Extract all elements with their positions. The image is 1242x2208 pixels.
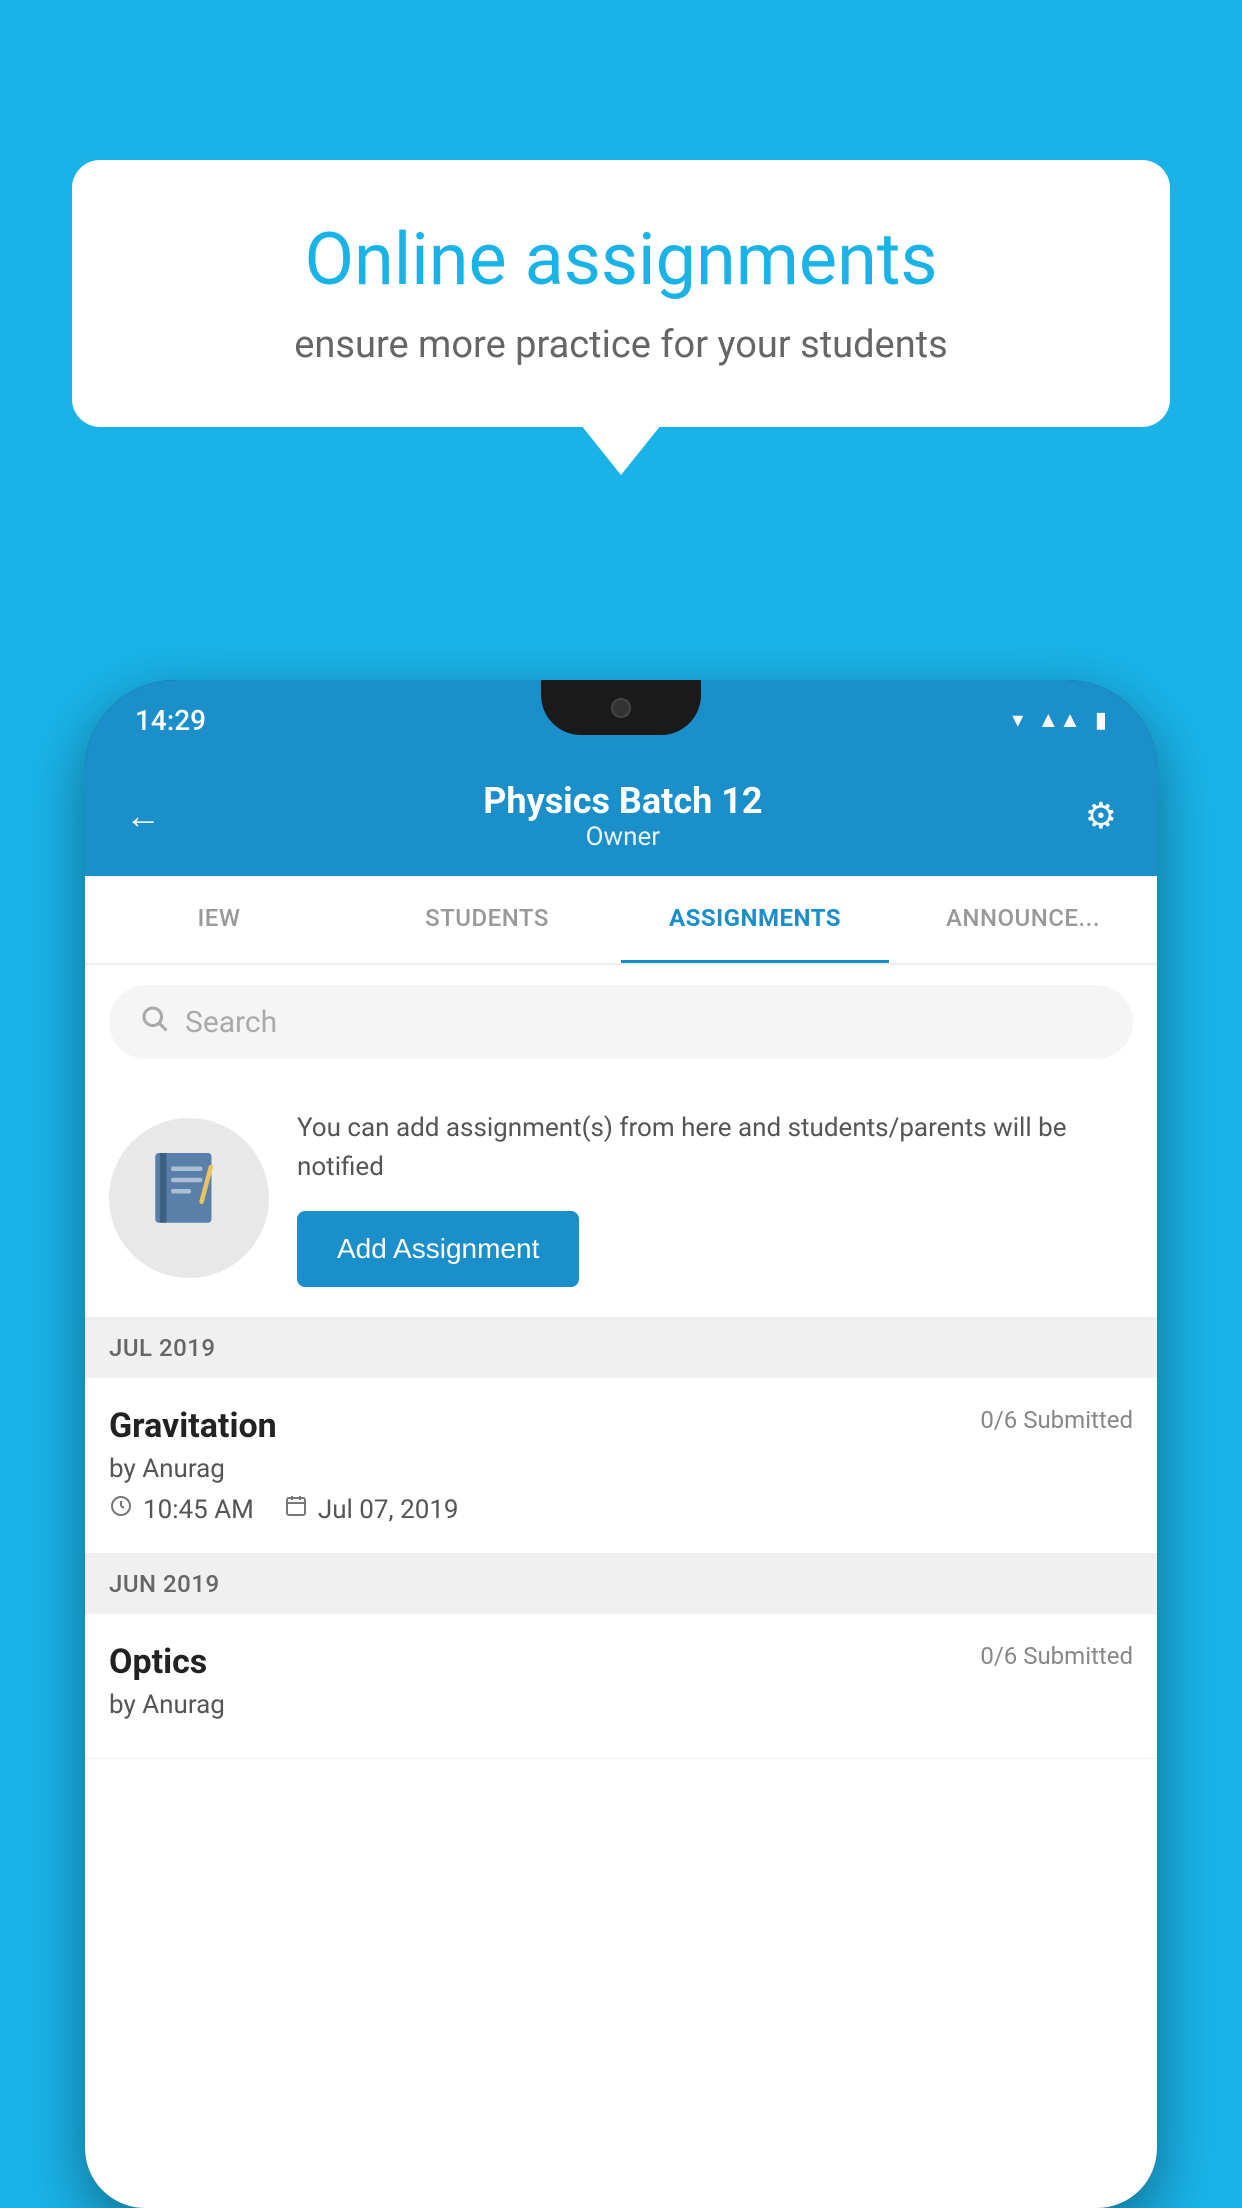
search-icon xyxy=(139,1003,169,1041)
status-bar: 14:29 ▾ ▲▲ ▮ xyxy=(85,680,1157,760)
phone-frame: 14:29 ▾ ▲▲ ▮ ← Physics Batch 12 Owner ⚙ … xyxy=(85,680,1157,2208)
meta-time: 10:45 AM xyxy=(109,1494,254,1525)
assignment-submitted-gravitation: 0/6 Submitted xyxy=(980,1406,1133,1434)
batch-title: Physics Batch 12 xyxy=(483,780,762,822)
assignment-item-optics[interactable]: Optics 0/6 Submitted by Anurag xyxy=(85,1614,1157,1759)
promo-icon-circle xyxy=(109,1118,269,1278)
wifi-icon: ▾ xyxy=(1012,708,1023,733)
meta-date: Jul 07, 2019 xyxy=(284,1494,459,1525)
speech-bubble: Online assignments ensure more practice … xyxy=(72,160,1170,427)
assignment-by-gravitation: by Anurag xyxy=(109,1454,1133,1484)
batch-subtitle: Owner xyxy=(483,822,762,852)
assignment-submitted-optics: 0/6 Submitted xyxy=(980,1642,1133,1670)
section-header-jul: JUL 2019 xyxy=(85,1318,1157,1378)
assignment-row-top: Gravitation 0/6 Submitted xyxy=(109,1406,1133,1446)
assignment-date-gravitation: Jul 07, 2019 xyxy=(318,1495,459,1525)
promo-description: You can add assignment(s) from here and … xyxy=(297,1109,1133,1187)
search-placeholder: Search xyxy=(185,1005,277,1040)
tab-announcements[interactable]: ANNOUNCE... xyxy=(889,876,1157,963)
assignment-meta-gravitation: 10:45 AM Jul 07, 2019 xyxy=(109,1494,1133,1525)
tabs-container: IEW STUDENTS ASSIGNMENTS ANNOUNCE... xyxy=(85,876,1157,965)
time-display: 14:29 xyxy=(135,704,206,737)
status-icons: ▾ ▲▲ ▮ xyxy=(1012,707,1107,733)
tab-assignments[interactable]: ASSIGNMENTS xyxy=(621,876,889,963)
screen-content: Search You can add assignment( xyxy=(85,965,1157,2208)
speech-bubble-title: Online assignments xyxy=(142,220,1100,299)
assignment-name-gravitation: Gravitation xyxy=(109,1406,277,1446)
promo-section: You can add assignment(s) from here and … xyxy=(85,1079,1157,1318)
back-button[interactable]: ← xyxy=(125,795,161,837)
promo-text-area: You can add assignment(s) from here and … xyxy=(297,1109,1133,1287)
calendar-icon xyxy=(284,1494,308,1525)
settings-button[interactable]: ⚙ xyxy=(1085,795,1117,837)
speech-bubble-container: Online assignments ensure more practice … xyxy=(72,160,1170,475)
app-header: ← Physics Batch 12 Owner ⚙ xyxy=(85,760,1157,876)
header-center: Physics Batch 12 Owner xyxy=(483,780,762,852)
battery-icon: ▮ xyxy=(1095,708,1107,733)
phone-notch xyxy=(541,680,701,735)
section-header-jun: JUN 2019 xyxy=(85,1554,1157,1614)
assignment-item-gravitation[interactable]: Gravitation 0/6 Submitted by Anurag 10:4… xyxy=(85,1378,1157,1554)
signal-icon: ▲▲ xyxy=(1037,707,1081,733)
search-bar[interactable]: Search xyxy=(109,985,1133,1059)
add-assignment-button[interactable]: Add Assignment xyxy=(297,1211,579,1287)
assignment-by-optics: by Anurag xyxy=(109,1690,1133,1720)
tab-iew[interactable]: IEW xyxy=(85,876,353,963)
assignment-name-optics: Optics xyxy=(109,1642,207,1682)
tab-students[interactable]: STUDENTS xyxy=(353,876,621,963)
notebook-icon xyxy=(144,1144,234,1252)
search-bar-container: Search xyxy=(85,965,1157,1079)
assignment-row-top-optics: Optics 0/6 Submitted xyxy=(109,1642,1133,1682)
clock-icon xyxy=(109,1494,133,1525)
front-camera xyxy=(611,698,631,718)
assignment-time-gravitation: 10:45 AM xyxy=(143,1495,254,1525)
speech-bubble-pointer xyxy=(581,425,661,475)
speech-bubble-subtitle: ensure more practice for your students xyxy=(142,323,1100,367)
